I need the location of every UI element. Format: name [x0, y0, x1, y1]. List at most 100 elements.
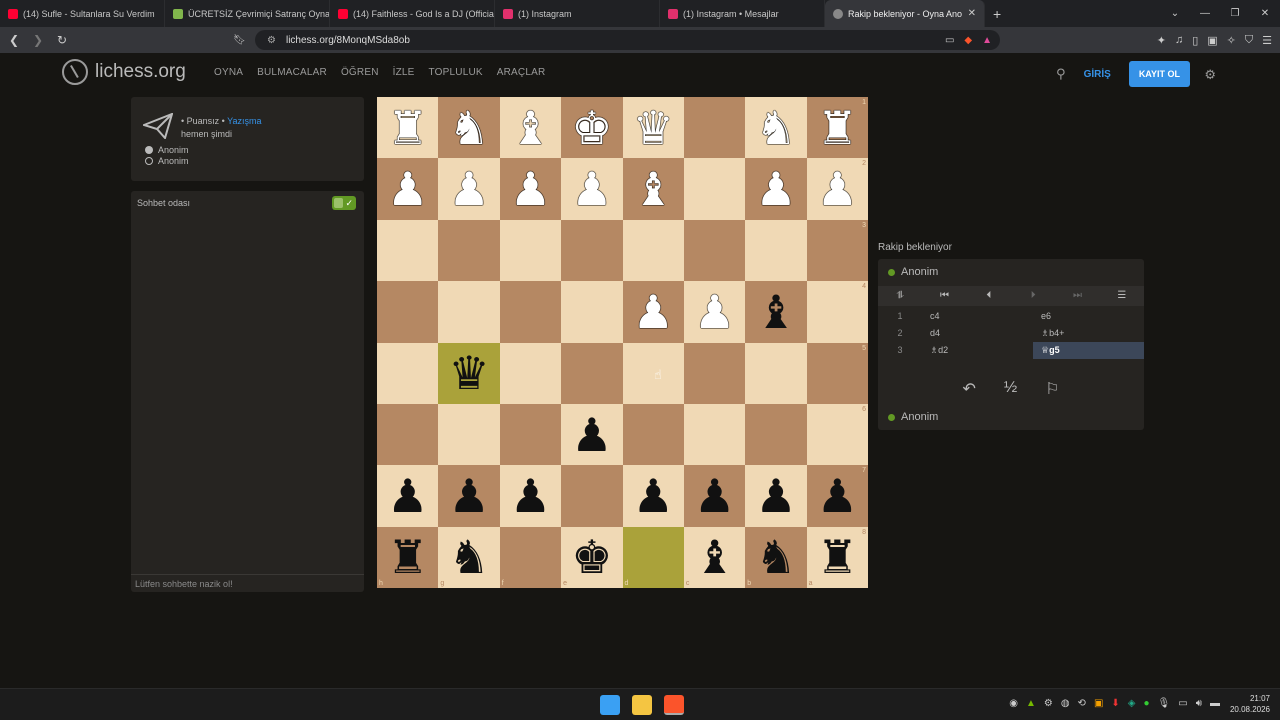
browser-tab-active[interactable]: Rakip bekleniyor - Oyna Anon ✕	[825, 0, 985, 27]
cast-icon[interactable]: ▭	[945, 35, 954, 46]
last-move-icon[interactable]: ⏭	[1055, 286, 1099, 306]
board-square-f8[interactable]: f	[499, 526, 562, 588]
sidebar-icon[interactable]: ▯	[1192, 34, 1198, 47]
white-move[interactable]: ♗d2	[922, 342, 1033, 359]
black-rook-icon[interactable]: ♜	[817, 534, 858, 580]
board-square-a2[interactable]: ♟ 2	[806, 158, 868, 220]
close-tab-icon[interactable]: ✕	[968, 8, 976, 19]
correspondence-link[interactable]: Yazışma	[227, 116, 261, 126]
board-square-h7[interactable]: ♟	[377, 465, 439, 527]
restore-icon[interactable]: ❐	[1220, 8, 1250, 19]
white-rook-icon[interactable]: ♜	[817, 105, 858, 151]
signup-button[interactable]: KAYIT OL	[1128, 61, 1190, 87]
chess-board[interactable]: ♜ ♞ ♝ ♚ ♛ ♞ ♜ 1 ♟ ♟ ♟ ♟ ♝ ♟ ♟ 2 3 ♟ ♟ ♝ 4 ♛ 5 ♟ 6 ♟ ♟ ♟ ♟ ♟ ♟ ♟ 7 ♜ h ♞ g f ♚ e…	[377, 97, 868, 588]
next-move-icon[interactable]: ⏵	[1011, 286, 1055, 306]
menu-community[interactable]: TOPLULUK	[429, 67, 483, 78]
board-square-h2[interactable]: ♟	[377, 158, 439, 220]
menu-watch[interactable]: İZLE	[393, 67, 415, 78]
white-knight-icon[interactable]: ♞	[755, 105, 796, 151]
board-square-f7[interactable]: ♟	[499, 465, 562, 527]
white-bishop-icon[interactable]: ♝	[510, 105, 551, 151]
black-pawn-icon[interactable]: ♟	[571, 412, 612, 458]
black-rook-icon[interactable]: ♜	[387, 534, 428, 580]
menu-puzzles[interactable]: BULMACALAR	[257, 67, 327, 78]
black-move-current[interactable]: ♕g5	[1033, 342, 1144, 359]
file-explorer-icon[interactable]	[632, 695, 652, 715]
menu-learn[interactable]: ÖĞREN	[341, 67, 379, 78]
site-logo[interactable]: lichess.org	[62, 59, 186, 85]
resign-flag-icon[interactable]: ⚐	[1045, 379, 1059, 399]
board-square-c8[interactable]: ♝ c	[683, 526, 746, 588]
board-square-e2[interactable]: ♟	[561, 158, 623, 220]
tray-app-icon[interactable]: ⚙	[1044, 698, 1053, 709]
volume-icon[interactable]: 🔊︎	[1196, 698, 1202, 709]
extensions-icon[interactable]: ✦	[1157, 34, 1166, 47]
board-square-d2[interactable]: ♝	[622, 158, 684, 220]
board-square-b7[interactable]: ♟	[745, 465, 807, 527]
black-bishop-icon[interactable]: ♝	[755, 289, 796, 335]
board-square-e6[interactable]: ♟	[561, 403, 623, 466]
battery-icon[interactable]: ▬	[1210, 698, 1220, 709]
board-square-h5[interactable]	[377, 342, 439, 404]
flip-board-icon[interactable]: ⥮	[878, 286, 922, 306]
board-square-b3[interactable]	[745, 219, 807, 282]
board-square-c7[interactable]: ♟	[683, 465, 746, 527]
white-rook-icon[interactable]: ♜	[387, 105, 428, 151]
white-knight-icon[interactable]: ♞	[448, 105, 489, 151]
close-window-icon[interactable]: ✕	[1250, 8, 1280, 19]
reload-icon[interactable]: ↻	[52, 33, 72, 47]
board-square-c6[interactable]	[683, 403, 746, 466]
system-clock[interactable]: 21:07 20.08.2026	[1230, 693, 1270, 715]
first-move-icon[interactable]: ⏮	[922, 286, 966, 306]
black-player[interactable]: Anonim	[145, 156, 189, 167]
black-move[interactable]: ♗b4+	[1033, 325, 1144, 342]
board-square-b2[interactable]: ♟	[745, 158, 807, 220]
board-square-h3[interactable]	[377, 219, 439, 282]
wallet-icon[interactable]: ▣	[1207, 34, 1217, 47]
board-square-g8[interactable]: ♞ g	[438, 526, 500, 588]
tray-app-icon[interactable]: ▣	[1094, 698, 1103, 709]
black-pawn-icon[interactable]: ♟	[633, 473, 674, 519]
black-pawn-icon[interactable]: ♟	[510, 473, 551, 519]
board-square-b4[interactable]: ♝	[745, 281, 807, 343]
white-bishop-icon[interactable]: ♝	[633, 166, 674, 212]
board-square-g2[interactable]: ♟	[438, 158, 500, 220]
bookmark-icon[interactable]: 🔖︎	[233, 35, 246, 46]
white-move[interactable]: d4	[922, 325, 1033, 342]
menu-tools[interactable]: ARAÇLAR	[497, 67, 546, 78]
microphone-icon[interactable]: 🎙︎	[1158, 698, 1171, 709]
browser-tab[interactable]: ÜCRETSİZ Çevrimiçi Satranç Oynayın	[165, 0, 330, 27]
url-bar[interactable]: 🔖︎ ⚙︎ lichess.org/8MonqMSda8ob ▭ ◆ ▲	[233, 30, 1000, 50]
board-square-b8[interactable]: ♞ b	[745, 526, 807, 588]
board-square-f2[interactable]: ♟	[499, 158, 562, 220]
chat-input[interactable]: Lütfen sohbette nazik ol!	[131, 574, 364, 592]
tray-app-icon[interactable]: ⬇	[1111, 698, 1119, 709]
board-square-a6[interactable]: 6	[806, 403, 868, 466]
board-square-g4[interactable]	[438, 281, 500, 343]
board-square-e5[interactable]	[561, 342, 623, 404]
black-move[interactable]: e6	[1033, 308, 1144, 325]
tray-app-icon[interactable]: ⟲	[1078, 698, 1086, 709]
board-square-g1[interactable]: ♞	[438, 97, 500, 159]
network-icon[interactable]: ▭	[1178, 698, 1187, 709]
takeback-icon[interactable]: ↶	[962, 379, 975, 399]
board-square-d3[interactable]	[622, 219, 684, 282]
white-pawn-icon[interactable]: ♟	[817, 166, 858, 212]
black-queen-icon[interactable]: ♛	[448, 350, 489, 396]
board-square-g5[interactable]: ♛	[438, 342, 500, 404]
black-pawn-icon[interactable]: ♟	[817, 473, 858, 519]
white-pawn-icon[interactable]: ♟	[755, 166, 796, 212]
menu-play[interactable]: OYNA	[214, 67, 243, 78]
leo-icon[interactable]: ✧	[1227, 34, 1236, 47]
login-link[interactable]: GİRİŞ	[1084, 69, 1111, 80]
windows-start-icon[interactable]	[600, 695, 620, 715]
white-pawn-icon[interactable]: ♟	[633, 289, 674, 335]
white-player[interactable]: Anonim	[145, 145, 189, 156]
browser-tab[interactable]: (14) Sufle - Sultanlara Su Verdim	[0, 0, 165, 27]
nvidia-icon[interactable]: ▲	[1026, 698, 1036, 709]
offer-draw-button[interactable]: ½	[1004, 379, 1017, 399]
board-square-b6[interactable]	[745, 403, 807, 466]
board-square-h6[interactable]	[377, 403, 439, 466]
self-player[interactable]: Anonim	[888, 411, 938, 423]
new-tab-button[interactable]: +	[993, 6, 1001, 22]
